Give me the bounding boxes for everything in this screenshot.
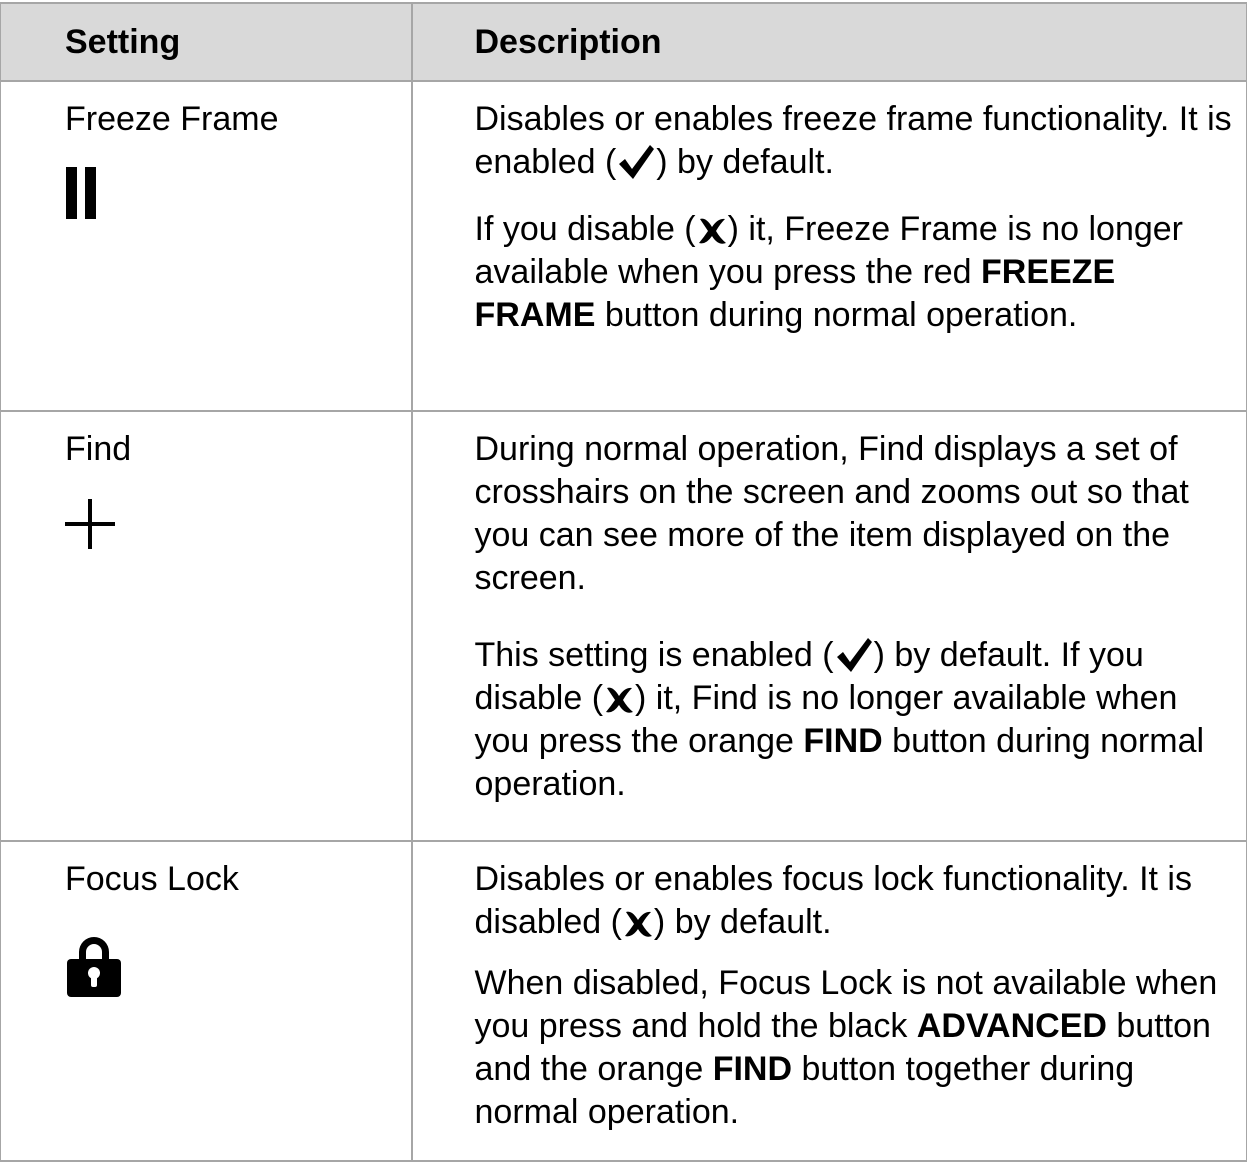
table-header-row: Setting Description — [0, 2, 1247, 82]
setting-cell: Find — [0, 410, 412, 842]
x-mark-icon — [624, 911, 652, 937]
setting-name: Focus Lock — [65, 860, 239, 898]
lock-icon — [65, 935, 411, 1008]
description-cell: During normal operation, Find displays a… — [410, 410, 1247, 842]
description-paragraph: When disabled, Focus Lock is not availab… — [474, 964, 1218, 1131]
table-row-focus-lock: Focus Lock Disables or enables focus loc… — [0, 840, 1247, 1162]
x-mark-icon — [698, 218, 726, 244]
x-mark-icon — [606, 687, 634, 713]
table-row-find: Find During normal operation, Find displ… — [0, 410, 1247, 842]
description-cell: Disables or enables focus lock functiona… — [410, 840, 1247, 1162]
description-paragraph: If you disable () it, Freeze Frame is no… — [474, 210, 1184, 334]
description-paragraph: Disables or enables freeze frame functio… — [474, 100, 1232, 181]
description-paragraph: Disables or enables focus lock functiona… — [474, 860, 1193, 941]
crosshair-icon — [65, 499, 411, 560]
header-setting: Setting — [0, 2, 412, 82]
setting-cell: Freeze Frame — [0, 80, 412, 412]
header-description: Description — [410, 2, 1247, 82]
setting-name: Freeze Frame — [65, 100, 279, 138]
description-paragraph: During normal operation, Find displays a… — [474, 430, 1189, 597]
settings-table: Setting Description Freeze Frame Disable… — [0, 2, 1247, 1162]
checkmark-icon — [836, 638, 872, 672]
description-paragraph: This setting is enabled () by default. I… — [474, 636, 1205, 803]
table-row-freeze-frame: Freeze Frame Disables or enables freeze … — [0, 80, 1247, 412]
pause-icon — [65, 167, 411, 230]
checkmark-icon — [619, 145, 655, 179]
description-cell: Disables or enables freeze frame functio… — [410, 80, 1247, 412]
setting-cell: Focus Lock — [0, 840, 412, 1162]
setting-name: Find — [65, 430, 132, 468]
